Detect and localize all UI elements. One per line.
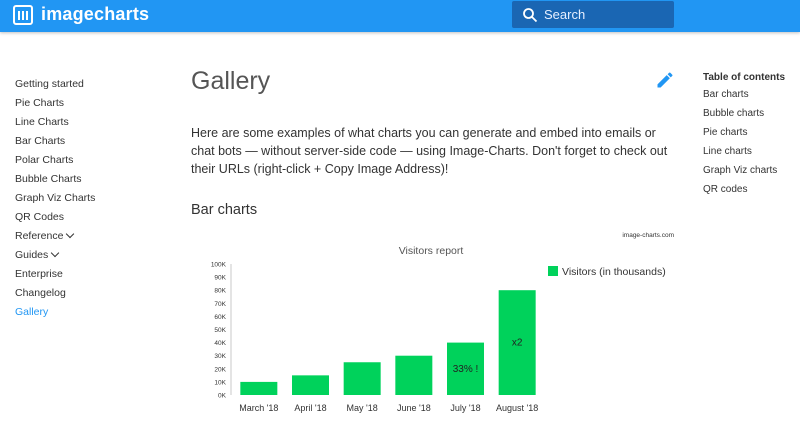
y-tick-label: 100K: [211, 262, 227, 269]
y-tick-label: 50K: [214, 327, 226, 334]
bar-2: [292, 375, 329, 395]
y-tick-label: 30K: [214, 353, 226, 360]
sidebar-nav: Getting started Pie Charts Line Charts B…: [15, 74, 155, 321]
sidebar-item-enterprise[interactable]: Enterprise: [15, 264, 155, 283]
bar-annotation: 33% !: [453, 364, 479, 375]
search-input[interactable]: Search: [544, 7, 585, 22]
page-title: Gallery: [191, 67, 271, 95]
sidebar-item-gallery[interactable]: Gallery: [15, 302, 155, 321]
x-tick-label: March '18: [239, 403, 278, 413]
chart-watermark: image-charts.com: [622, 232, 674, 239]
imagecharts-logo-icon[interactable]: [13, 5, 33, 25]
toc-item-bar-charts[interactable]: Bar charts: [703, 85, 798, 104]
x-tick-label: June '18: [397, 403, 431, 413]
sidebar-item-label: Changelog: [15, 286, 66, 299]
sidebar-item-label: Polar Charts: [15, 153, 74, 166]
sidebar-item-label: Enterprise: [15, 267, 63, 280]
y-tick-label: 80K: [214, 288, 226, 295]
chevron-down-icon: [66, 229, 75, 239]
sidebar-item-label: Pie Charts: [15, 96, 65, 109]
sidebar-item-label: Bubble Charts: [15, 172, 82, 185]
pencil-edit-icon[interactable]: [655, 70, 675, 90]
sidebar-item-label: QR Codes: [15, 210, 65, 223]
sidebar-item-bubble-charts[interactable]: Bubble Charts: [15, 169, 155, 188]
bar-4: [395, 355, 433, 395]
bar-1: [240, 381, 278, 395]
search-icon: [523, 8, 538, 23]
legend-swatch: [548, 266, 558, 276]
section-heading-bar-charts: Bar charts: [191, 202, 258, 218]
chart-title: Visitors report: [399, 245, 464, 257]
bar-chart: image-charts.com Visitors report 0K 10K 20K 3…: [211, 232, 674, 413]
sidebar-item-label: Line Charts: [15, 115, 69, 128]
sidebar-item-label: Gallery: [15, 305, 49, 318]
y-tick-label: 90K: [214, 275, 226, 282]
sidebar-item-label: Bar Charts: [15, 134, 66, 147]
y-tick-label: 40K: [214, 340, 226, 347]
toc-item-qr-codes[interactable]: QR codes: [703, 180, 798, 199]
sidebar-item-reference[interactable]: Reference: [15, 226, 155, 245]
x-tick-label: May '18: [347, 403, 378, 413]
legend-label: Visitors (in thousands): [562, 266, 666, 278]
y-tick-label: 20K: [214, 366, 226, 373]
top-app-bar: imagecharts Search: [0, 0, 800, 32]
sidebar-item-line-charts[interactable]: Line Charts: [15, 112, 155, 131]
bar-chart-image[interactable]: image-charts.com Visitors report 0K 10K 20K 3…: [191, 226, 681, 431]
x-tick-label: July '18: [450, 403, 480, 413]
y-tick-label: 70K: [214, 301, 226, 308]
search-box[interactable]: Search: [512, 1, 674, 28]
sidebar-item-bar-charts[interactable]: Bar Charts: [15, 131, 155, 150]
intro-paragraph: Here are some examples of what charts yo…: [191, 126, 668, 176]
sidebar-item-changelog[interactable]: Changelog: [15, 283, 155, 302]
x-tick-label: August '18: [496, 403, 538, 413]
x-tick-label: April '18: [294, 403, 326, 413]
toc-item-line-charts[interactable]: Line charts: [703, 142, 798, 161]
sidebar-item-label: Getting started: [15, 77, 84, 90]
y-tick-label: 0K: [218, 393, 227, 400]
sidebar-item-getting-started[interactable]: Getting started: [15, 74, 155, 93]
sidebar-item-graph-viz-charts[interactable]: Graph Viz Charts: [15, 188, 155, 207]
bar-3: [343, 362, 381, 395]
toc-item-bubble-charts[interactable]: Bubble charts: [703, 104, 798, 123]
y-tick-label: 60K: [214, 314, 226, 321]
bar-annotation: x2: [512, 338, 523, 349]
toc-title: Table of contents: [703, 71, 786, 83]
sidebar-item-label: Reference: [15, 229, 64, 242]
sidebar-item-label: Guides: [15, 248, 49, 261]
sidebar-item-polar-charts[interactable]: Polar Charts: [15, 150, 155, 169]
y-tick-label: 10K: [214, 379, 226, 386]
sidebar-item-qr-codes[interactable]: QR Codes: [15, 207, 155, 226]
brand-name[interactable]: imagecharts: [41, 4, 149, 25]
sidebar-item-pie-charts[interactable]: Pie Charts: [15, 93, 155, 112]
toc-item-graph-viz-charts[interactable]: Graph Viz charts: [703, 161, 798, 180]
chevron-down-icon: [51, 248, 60, 258]
toc-item-pie-charts[interactable]: Pie charts: [703, 123, 798, 142]
sidebar-item-guides[interactable]: Guides: [15, 245, 155, 264]
sidebar-item-label: Graph Viz Charts: [15, 191, 96, 204]
table-of-contents: Table of contents Bar charts Bubble char…: [703, 69, 798, 199]
